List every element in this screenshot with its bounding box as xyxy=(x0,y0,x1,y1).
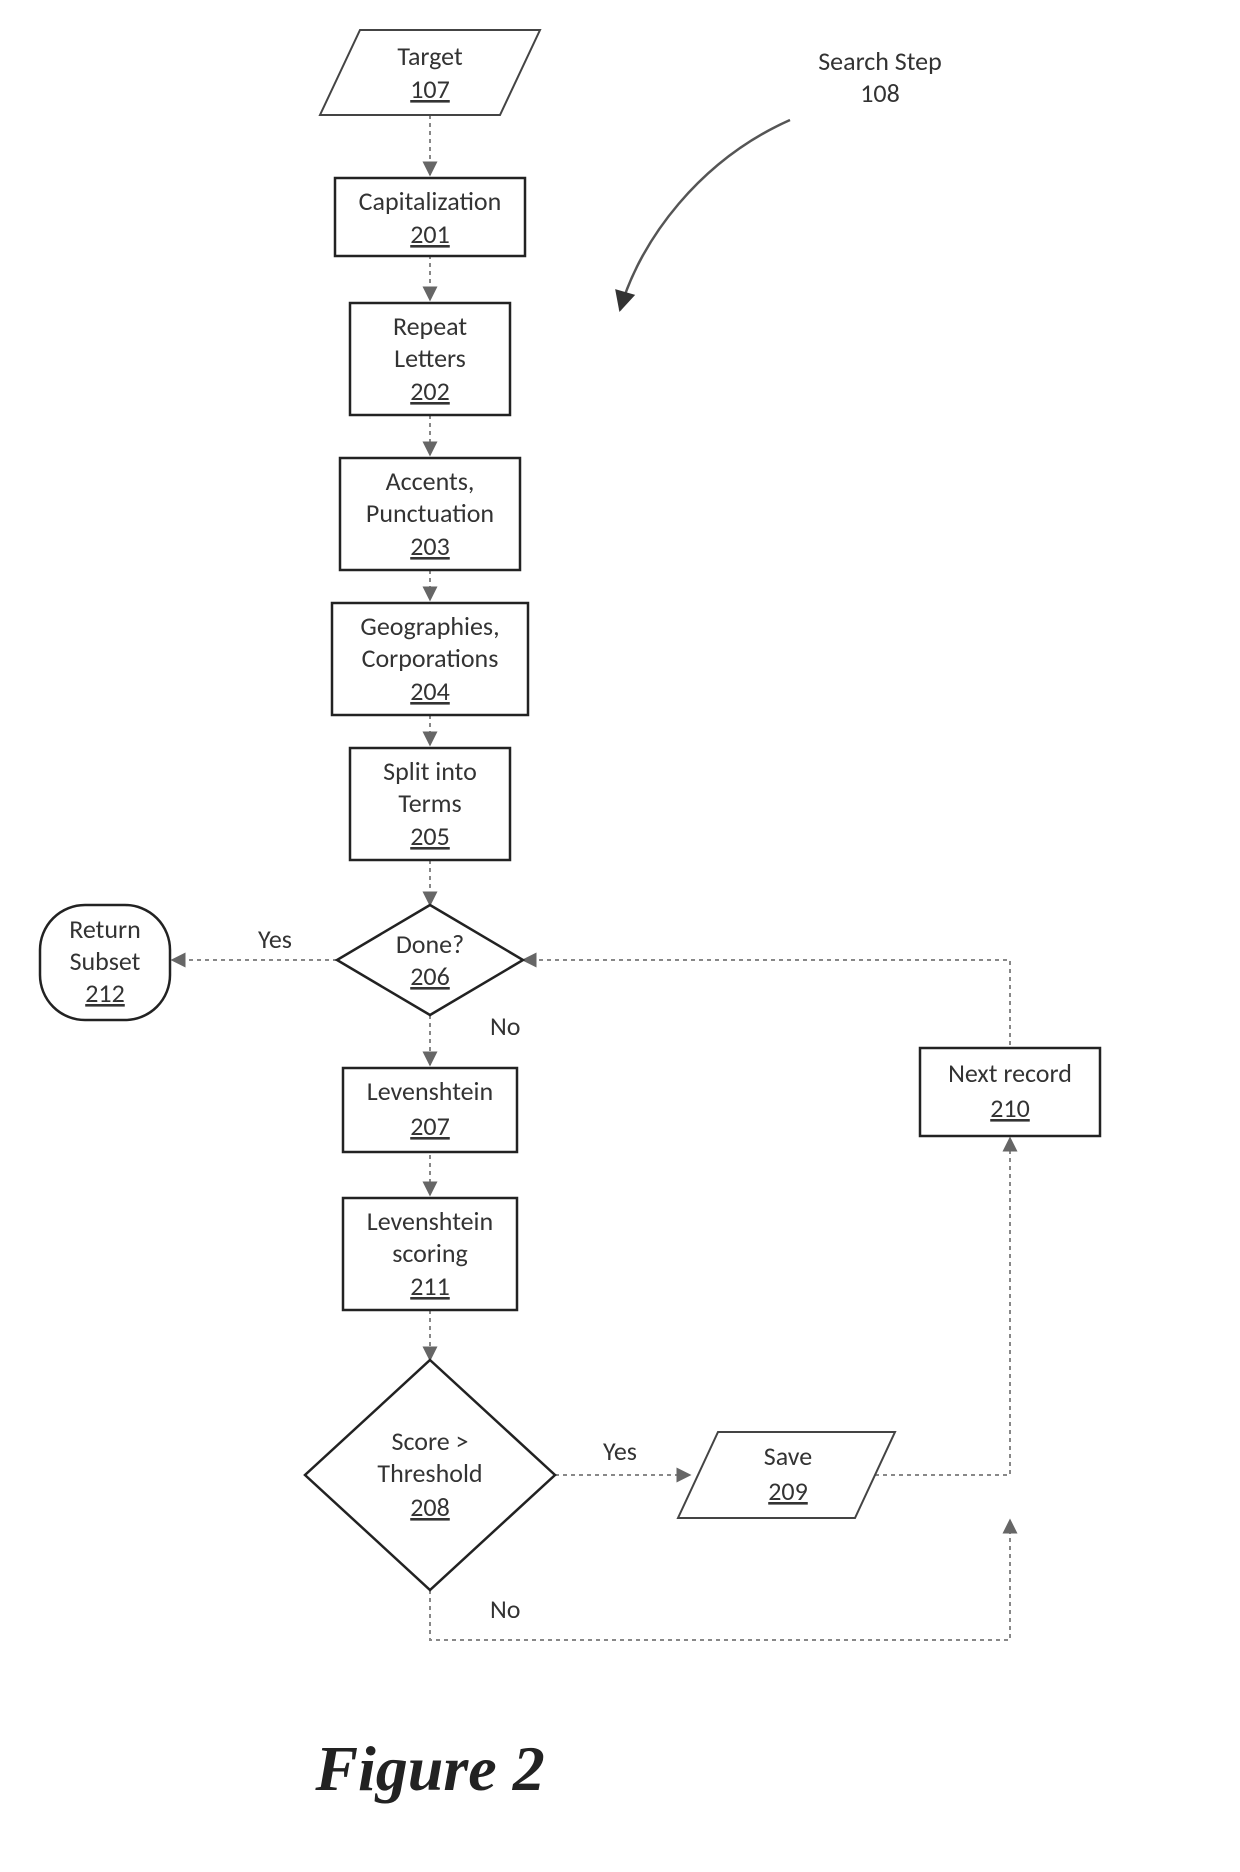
svg-text:Split into: Split into xyxy=(383,755,477,787)
svg-text:203: 203 xyxy=(410,530,450,562)
svg-text:107: 107 xyxy=(410,73,450,105)
svg-text:206: 206 xyxy=(410,960,450,992)
svg-text:Search Step: Search Step xyxy=(818,45,942,77)
svg-text:Return: Return xyxy=(69,913,141,945)
svg-text:202: 202 xyxy=(410,375,450,407)
node-split-terms: Split into Terms 205 xyxy=(350,748,510,860)
svg-text:Geographies,: Geographies, xyxy=(360,610,499,642)
svg-text:Score >: Score > xyxy=(392,1425,469,1457)
flowchart-figure-2: Yes No Yes No Target 107 Capitalization … xyxy=(0,0,1240,1872)
node-target: Target 107 xyxy=(320,30,540,115)
node-done-decision: Done? 206 xyxy=(337,905,523,1015)
annotation-search-step: Search Step 108 xyxy=(818,45,942,109)
node-geographies-corporations: Geographies, Corporations 204 xyxy=(332,603,528,715)
svg-text:210: 210 xyxy=(990,1092,1030,1124)
node-repeat-letters: Repeat Letters 202 xyxy=(350,303,510,415)
svg-text:Accents,: Accents, xyxy=(386,465,475,497)
node-levenshtein: Levenshtein 207 xyxy=(343,1068,517,1152)
svg-text:207: 207 xyxy=(410,1110,450,1142)
edge-next-to-done xyxy=(523,960,1010,1045)
svg-text:Capitalization: Capitalization xyxy=(359,185,502,217)
svg-text:108: 108 xyxy=(860,77,900,109)
svg-text:Levenshtein: Levenshtein xyxy=(367,1205,493,1237)
svg-text:204: 204 xyxy=(410,675,450,707)
svg-text:211: 211 xyxy=(410,1270,450,1302)
node-save: Save 209 xyxy=(678,1432,895,1518)
figure-caption: Figure 2 xyxy=(314,1733,544,1804)
node-levenshtein-scoring: Levenshtein scoring 211 xyxy=(343,1198,517,1310)
svg-text:208: 208 xyxy=(410,1491,450,1523)
edge-done-no-label: No xyxy=(490,1010,521,1042)
svg-text:209: 209 xyxy=(768,1475,808,1507)
svg-text:205: 205 xyxy=(410,820,450,852)
edge-save-to-next xyxy=(875,1138,1010,1475)
node-return-subset: Return Subset 212 xyxy=(40,905,170,1020)
svg-text:201: 201 xyxy=(410,218,450,250)
svg-text:Levenshtein: Levenshtein xyxy=(367,1075,493,1107)
svg-text:Corporations: Corporations xyxy=(362,642,499,674)
edge-done-yes-label: Yes xyxy=(258,923,292,955)
svg-text:Threshold: Threshold xyxy=(377,1457,482,1489)
svg-text:Next record: Next record xyxy=(948,1057,1072,1089)
edge-threshold-no-label: No xyxy=(490,1593,521,1625)
node-accents-punctuation: Accents, Punctuation 203 xyxy=(340,458,520,570)
node-capitalization: Capitalization 201 xyxy=(335,178,525,256)
edge-threshold-yes-label: Yes xyxy=(603,1435,637,1467)
svg-text:Target: Target xyxy=(397,40,463,72)
svg-text:Repeat: Repeat xyxy=(393,310,467,342)
svg-text:Punctuation: Punctuation xyxy=(366,497,494,529)
svg-text:212: 212 xyxy=(85,977,125,1009)
node-score-threshold-decision: Score > Threshold 208 xyxy=(305,1360,555,1590)
svg-text:Subset: Subset xyxy=(70,945,141,977)
svg-text:Terms: Terms xyxy=(398,787,461,819)
node-next-record: Next record 210 xyxy=(920,1048,1100,1136)
svg-text:Done?: Done? xyxy=(396,928,464,960)
svg-text:Save: Save xyxy=(764,1440,812,1472)
annotation-pointer xyxy=(620,120,790,310)
svg-text:scoring: scoring xyxy=(392,1237,468,1269)
svg-text:Letters: Letters xyxy=(394,342,466,374)
